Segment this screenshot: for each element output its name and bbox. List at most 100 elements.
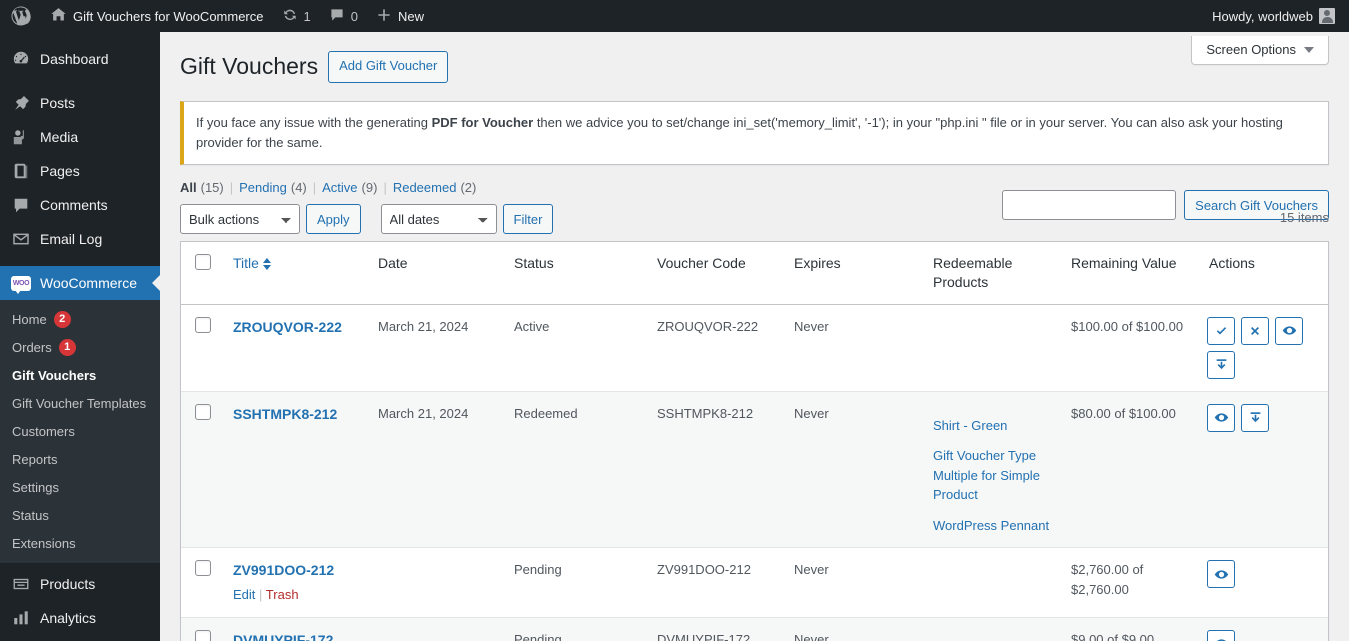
column-header-title[interactable]: Title [223,242,368,305]
sidebar-item-analytics[interactable]: Analytics [0,601,160,635]
voucher-title-link[interactable]: DVMUYPIF-172 [233,632,333,641]
date-filter-select[interactable]: All dates [380,204,497,235]
column-header-label: Title [233,255,259,272]
row-date-cell [368,616,504,641]
row-actions-cell [1199,547,1328,617]
updates-icon [282,7,298,26]
view-filter-link[interactable]: Redeemed [393,180,457,195]
sidebar-item-woocommerce[interactable]: WOO WooCommerce [0,266,160,300]
row-status-cell: Pending [504,547,647,617]
cancel-voucher-button[interactable] [1241,316,1269,345]
bulk-actions-select[interactable]: Bulk actions [180,204,300,235]
new-content-menu[interactable]: New [367,0,433,32]
table-row: ZROUQVOR-222 March 21, 2024 Active ZROUQ… [181,305,1328,391]
sidebar-item-home[interactable]: Home 2 [0,305,160,333]
sidebar-item-email-log[interactable]: Email Log [0,222,160,256]
updates-count: 1 [303,8,311,24]
my-account-menu[interactable]: Howdy, worldweb [1203,0,1349,32]
view-filter-all[interactable]: All (15) | [180,180,239,195]
row-checkbox[interactable] [195,629,211,641]
sidebar-item-gift-voucher-templates[interactable]: Gift Voucher Templates [0,389,160,417]
action-buttons-group [1207,403,1311,432]
row-quick-actions: Edit | Trash [233,585,358,605]
preview-voucher-button[interactable] [1207,560,1235,589]
comments-menu[interactable]: 0 [320,0,367,32]
sidebar-item-comments[interactable]: Comments [0,188,160,222]
gift-vouchers-table: Title Date Status Voucher Code Expires R… [180,241,1329,641]
trash-link[interactable]: Trash [266,587,299,602]
add-gift-voucher-button[interactable]: Add Gift Voucher [328,51,449,83]
redeemable-product-link[interactable]: WordPress Pennant [933,516,1051,536]
sidebar-item-media[interactable]: Media [0,120,160,154]
view-filter-redeemed[interactable]: Redeemed (2) [393,180,477,195]
row-title-cell: DVMUYPIF-172 [223,616,368,641]
page-header: Gift Vouchers Add Gift Voucher [180,42,1329,83]
sidebar-item-extensions[interactable]: Extensions [0,529,160,557]
site-name-menu[interactable]: Gift Vouchers for WooCommerce [41,0,273,32]
wordpress-logo-button[interactable] [0,0,41,32]
voucher-title-link[interactable]: SSHTMPK8-212 [233,406,337,422]
sidebar-item-settings[interactable]: Settings [0,473,160,501]
screen-options-toggle[interactable]: Screen Options [1191,36,1329,65]
column-header-label: Redeemable Products [933,255,1013,290]
table-body: ZROUQVOR-222 March 21, 2024 Active ZROUQ… [181,305,1328,641]
row-checkbox[interactable] [195,403,211,420]
download-icon [1249,411,1262,425]
row-status-cell: Redeemed [504,390,647,548]
apply-button[interactable]: Apply [306,204,361,235]
pdf-memory-notice: If you face any issue with the generatin… [180,100,1329,166]
download-pdf-button[interactable] [1207,350,1235,379]
row-date-cell [368,547,504,617]
view-filter-pending[interactable]: Pending (4) | [239,180,322,195]
select-all-checkbox[interactable] [195,254,211,271]
view-filter-active[interactable]: Active (9) | [322,180,393,195]
preview-voucher-button[interactable] [1207,403,1235,432]
redeemable-product-link[interactable]: Gift Voucher Type Multiple for Simple Pr… [933,446,1051,505]
edit-link[interactable]: Edit [233,587,255,602]
view-filter-link[interactable]: Active [322,180,357,195]
sidebar-item-customers[interactable]: Customers [0,417,160,445]
row-checkbox[interactable] [195,316,211,333]
howdy-label: Howdy, worldweb [1212,8,1313,24]
sidebar-item-dashboard[interactable]: Dashboard [0,42,160,76]
preview-voucher-button[interactable] [1207,629,1235,641]
sidebar-item-status[interactable]: Status [0,501,160,529]
sidebar-item-pages[interactable]: Pages [0,154,160,188]
row-checkbox-cell [181,547,223,617]
row-checkbox[interactable] [195,560,211,577]
envelope-icon [11,229,31,249]
comment-icon [11,195,31,215]
notice-bold-text: PDF for Voucher [431,114,534,130]
sidebar-item-label: Media [40,129,79,145]
row-redeemable-cell [923,547,1061,617]
sidebar-item-gift-vouchers[interactable]: Gift Vouchers [0,361,160,389]
sidebar-item-reports[interactable]: Reports [0,445,160,473]
products-icon [11,574,31,594]
view-filter-count: (4) [290,180,307,196]
voucher-title-link[interactable]: ZV991DOO-212 [233,562,334,578]
check-icon [1215,324,1228,337]
view-filter-link[interactable]: Pending [239,180,287,195]
column-header-label: Voucher Code [657,255,746,272]
updates-menu[interactable]: 1 [273,0,320,32]
sidebar-item-products[interactable]: Products [0,567,160,601]
content-area: Screen Options Gift Vouchers Add Gift Vo… [160,32,1349,641]
preview-voucher-button[interactable] [1275,316,1303,345]
plus-icon [376,7,392,26]
table-nav-top: Bulk actions Apply All dates Filter 15 i… [180,203,1329,235]
eye-icon [1214,636,1229,641]
view-filter-link[interactable]: All [180,180,197,195]
sidebar-item-orders[interactable]: Orders 1 [0,333,160,361]
eye-icon [1214,410,1229,425]
filter-button[interactable]: Filter [502,204,554,235]
separator: | [383,180,387,196]
sidebar-item-posts[interactable]: Posts [0,86,160,120]
approve-voucher-button[interactable] [1207,316,1235,345]
view-filter-count: (9) [361,180,378,196]
download-pdf-button[interactable] [1241,403,1269,432]
row-title-cell: ZROUQVOR-222 [223,305,368,391]
voucher-title-link[interactable]: ZROUQVOR-222 [233,319,342,335]
redeemable-product-link[interactable]: Shirt - Green [933,416,1051,436]
sort-arrows-icon[interactable] [262,257,271,270]
woo-glyph: WOO [11,275,31,294]
